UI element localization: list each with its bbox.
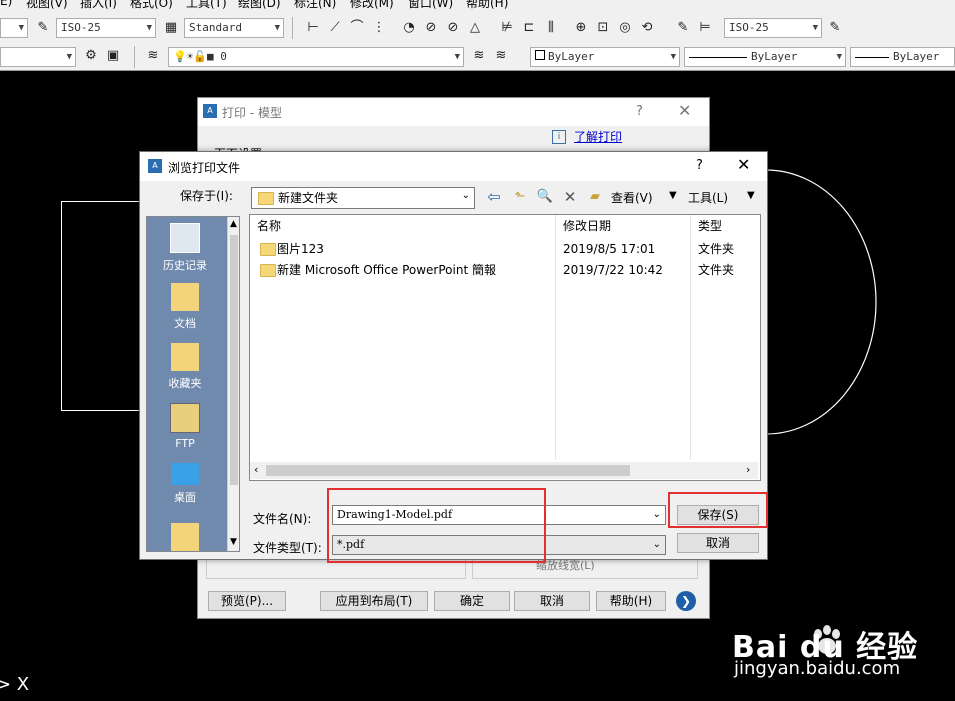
hscroll-thumb[interactable] [266,465,630,476]
autocad-app-icon: A [203,104,217,118]
scroll-up-icon[interactable]: ▲ [230,219,237,229]
info-icon: i [552,130,566,144]
views-dropdown-icon[interactable]: ▼ [669,190,677,201]
sort-up-icon: ^ [400,214,409,222]
places-scrollbar[interactable]: ▲ ▼ [227,217,239,551]
places-history[interactable]: 历史记录 [147,223,223,273]
print-cancel-button[interactable]: 取消 [514,591,590,611]
ftp-icon [170,403,200,433]
folder-icon [258,192,274,205]
chevron-down-icon[interactable]: ⌄ [653,506,661,524]
print-help-button[interactable]: ? [636,104,643,119]
search-icon[interactable]: 🔍 [536,188,554,206]
expand-arrow-icon[interactable]: ❯ [676,591,696,611]
save-in-label: 保存于(I): [180,189,233,203]
save-in-value: 新建文件夹 [278,191,339,205]
learn-print-link[interactable]: 了解打印 [574,128,622,145]
places-desktop[interactable]: 桌面 [147,463,223,505]
save-in-select[interactable]: 新建文件夹 ⌄ [251,187,475,209]
browse-help-button[interactable]: ? [696,158,703,173]
tools-menu[interactable]: 工具(L) [688,189,728,206]
up-folder-icon[interactable]: ⬑ [511,188,529,206]
browse-dialog-title: 浏览打印文件 [168,161,241,175]
column-date[interactable]: 修改日期 [563,215,611,237]
file-list[interactable]: 名称 ^ 修改日期 类型 图片123 2019/8/5 17:01 文件夹 新建… [249,214,761,481]
save-highlight-box [668,492,768,528]
print-dialog-title: 打印 - 模型 [222,106,282,120]
file-date: 2019/8/5 17:01 [563,242,656,256]
new-folder-icon[interactable]: ▰ [586,188,604,206]
file-name: 图片123 [277,242,324,256]
filename-label: 文件名(N): [253,512,312,526]
file-list-hscrollbar[interactable]: ‹ › [250,462,758,479]
places-bar: 历史记录 文档 收藏夹 FTP 桌面 ▲ ▼ [146,216,240,552]
command-prompt: > X [0,674,30,695]
places-ftp-label: FTP [175,437,195,450]
filetype-label: 文件类型(T): [253,541,322,555]
folder-icon [260,243,276,256]
print-close-icon[interactable]: ✕ [678,101,691,120]
delete-icon[interactable]: ✕ [561,188,579,206]
desktop-icon [171,463,199,485]
favorites-icon [171,343,199,371]
file-type: 文件夹 [698,263,735,277]
tools-dropdown-icon[interactable]: ▼ [747,190,755,201]
places-ftp[interactable]: FTP [147,403,223,450]
places-favorites[interactable]: 收藏夹 [147,343,223,391]
baidu-watermark: Bai du 经验 jingyan.baidu.com [730,618,955,688]
places-documents-label: 文档 [174,317,196,330]
print-ok-button[interactable]: 确定 [434,591,510,611]
file-date: 2019/7/22 10:42 [563,263,663,277]
places-scroll-thumb[interactable] [230,235,238,485]
file-name: 新建 Microsoft Office PowerPoint 簡報 [277,263,496,277]
autocad-app-icon: A [148,159,162,173]
places-desktop-label: 桌面 [174,491,196,504]
history-icon [170,223,200,253]
print-help-bottom-button[interactable]: 帮助(H) [596,591,666,611]
chevron-down-icon: ⌄ [461,190,470,201]
baidu-url: jingyan.baidu.com [734,658,901,679]
browse-dialog-titlebar: A 浏览打印文件 ? ✕ [140,152,767,181]
back-icon[interactable]: ⇦ [485,188,503,206]
file-row[interactable]: 新建 Microsoft Office PowerPoint 簡報 2019/7… [250,260,750,281]
folder-icon [171,523,199,551]
views-menu[interactable]: 查看(V) [611,189,653,206]
print-dialog-titlebar: A 打印 - 模型 ? ✕ [198,98,709,126]
apply-to-layout-button[interactable]: 应用到布局(T) [320,591,428,611]
documents-icon [171,283,199,311]
preview-button[interactable]: 预览(P)... [208,591,286,611]
places-history-label: 历史记录 [163,259,207,272]
cancel-button[interactable]: 取消 [677,533,759,553]
chevron-down-icon[interactable]: ⌄ [653,536,661,554]
scroll-down-icon[interactable]: ▼ [230,537,237,547]
column-name[interactable]: 名称 [257,215,281,237]
file-row[interactable]: 图片123 2019/8/5 17:01 文件夹 [250,239,750,260]
file-type: 文件夹 [698,242,735,256]
column-type[interactable]: 类型 [698,215,722,237]
scroll-right-icon[interactable]: › [746,463,750,476]
places-documents[interactable]: 文档 [147,283,223,331]
browse-close-icon[interactable]: ✕ [737,155,750,174]
places-favorites-label: 收藏夹 [168,377,202,390]
filename-highlight-box [327,488,546,563]
folder-icon [260,264,276,277]
places-more[interactable] [147,523,223,551]
scroll-left-icon[interactable]: ‹ [254,463,258,476]
